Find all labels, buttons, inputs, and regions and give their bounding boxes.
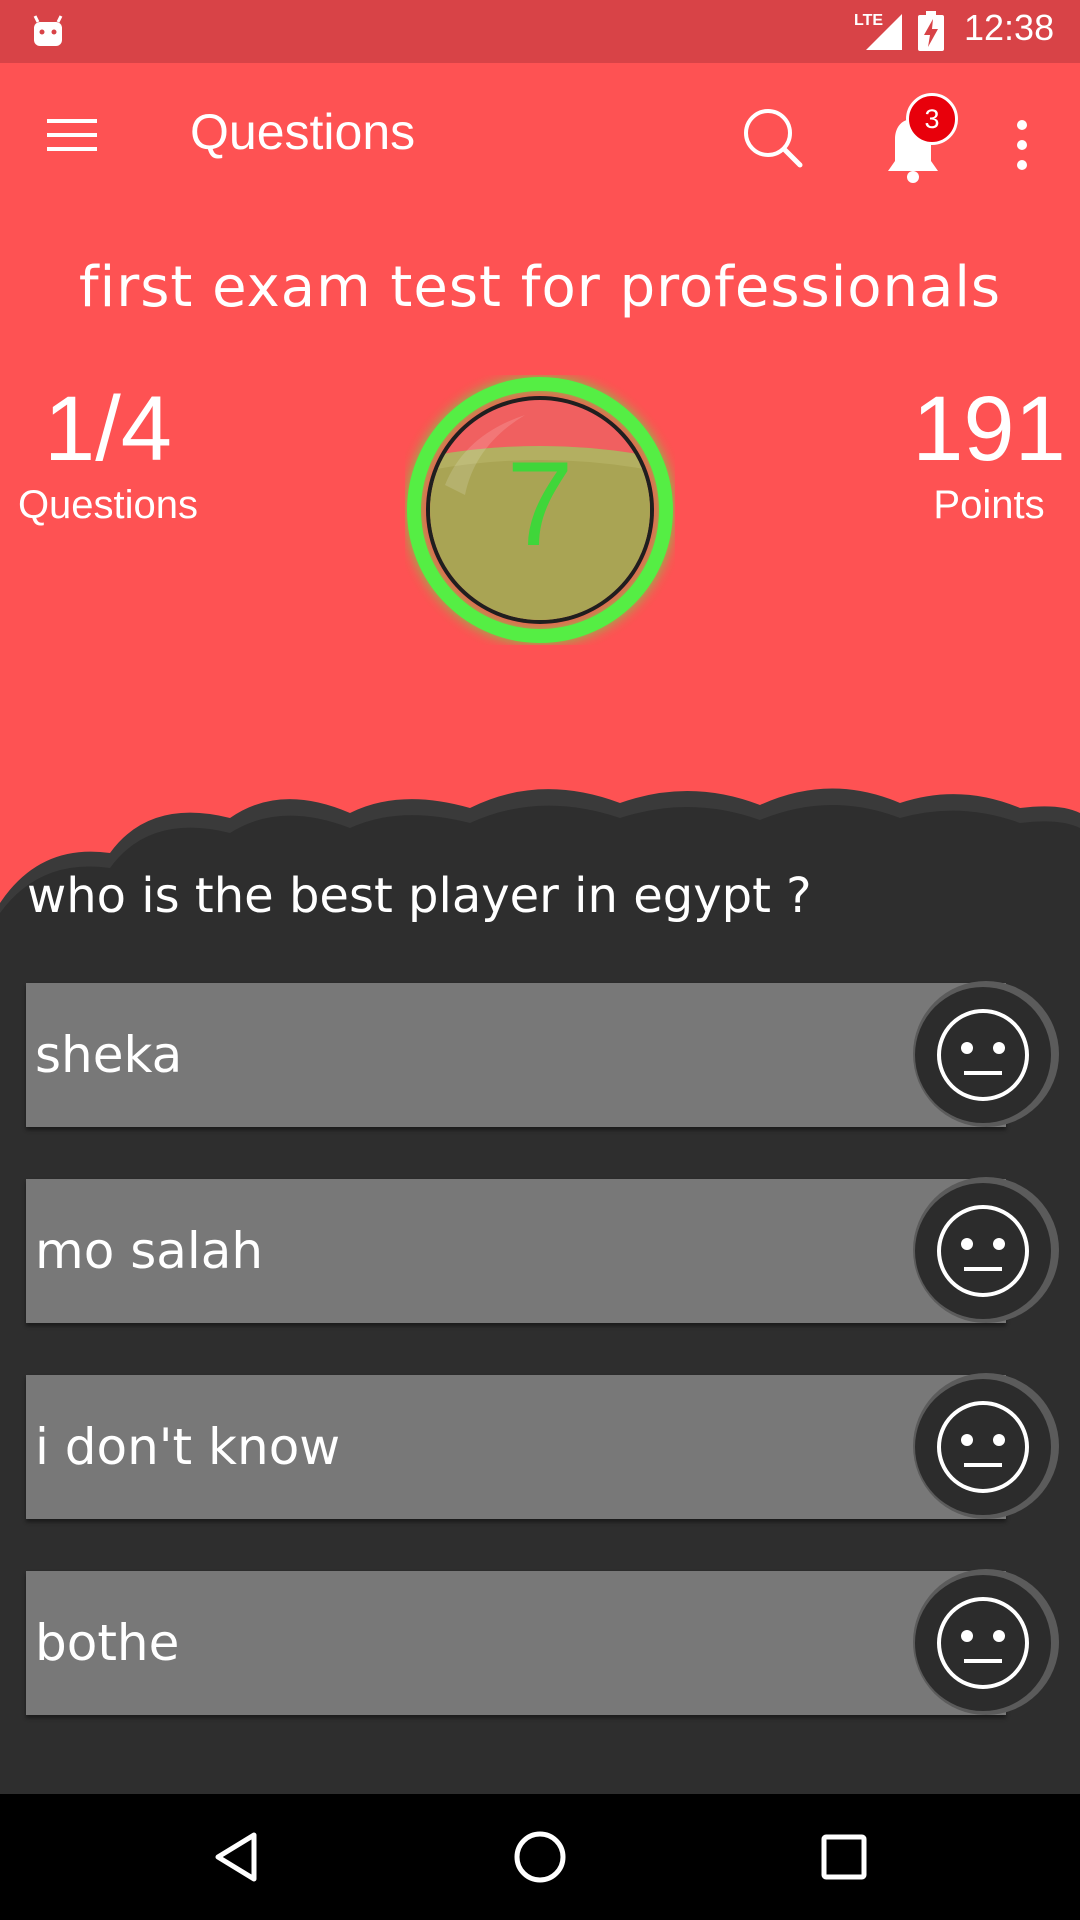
more-vert-icon[interactable] (1004, 115, 1040, 175)
points-label: Points (933, 483, 1045, 527)
answer-status (915, 987, 1051, 1123)
answer-label: sheka (35, 1026, 183, 1084)
answer-label: bothe (35, 1614, 180, 1672)
menu-icon[interactable] (42, 110, 102, 160)
points-value: 191 (912, 378, 1066, 480)
answer-status (915, 1183, 1051, 1319)
status-bar: LTE 12:38 (0, 0, 1080, 63)
clock: 12:38 (964, 7, 1055, 48)
page-title: Questions (190, 104, 416, 160)
answer-label: mo salah (35, 1222, 264, 1280)
answer-option[interactable]: i don't know (26, 1373, 1059, 1519)
cloud-divider (0, 788, 1080, 963)
question-progress: 1/4 Questions (0, 381, 216, 528)
home-icon[interactable] (510, 1827, 570, 1887)
android-icon (33, 15, 63, 46)
exam-header: Questions 3 first exam test for professi… (0, 63, 1080, 963)
answer-option[interactable]: bothe (26, 1569, 1059, 1715)
system-nav-bar (0, 1794, 1080, 1920)
neutral-face-icon (937, 1009, 1029, 1101)
answer-option[interactable]: sheka (26, 981, 1059, 1127)
answer-status (915, 1575, 1051, 1711)
answer-label: i don't know (35, 1418, 341, 1476)
question-progress-value: 1/4 (44, 378, 172, 480)
countdown-timer: 7 (407, 377, 673, 643)
toolbar: Questions 3 (0, 63, 1080, 203)
points-stat: 191 Points (884, 381, 1080, 528)
neutral-face-icon (937, 1205, 1029, 1297)
answer-status (915, 1379, 1051, 1515)
exam-title: first exam test for professionals (78, 255, 1002, 320)
back-icon[interactable] (206, 1827, 266, 1887)
search-icon[interactable] (738, 103, 808, 173)
neutral-face-icon (937, 1597, 1029, 1689)
signal-icon (866, 14, 902, 50)
recents-icon[interactable] (814, 1827, 874, 1887)
timer-value: 7 (507, 437, 574, 571)
answer-option[interactable]: mo salah (26, 1177, 1059, 1323)
question-text: who is the best player in egypt ? (27, 868, 812, 924)
question-progress-label: Questions (17, 483, 199, 527)
neutral-face-icon (937, 1401, 1029, 1493)
notification-badge: 3 (906, 93, 958, 145)
battery-charging-icon (918, 11, 944, 51)
